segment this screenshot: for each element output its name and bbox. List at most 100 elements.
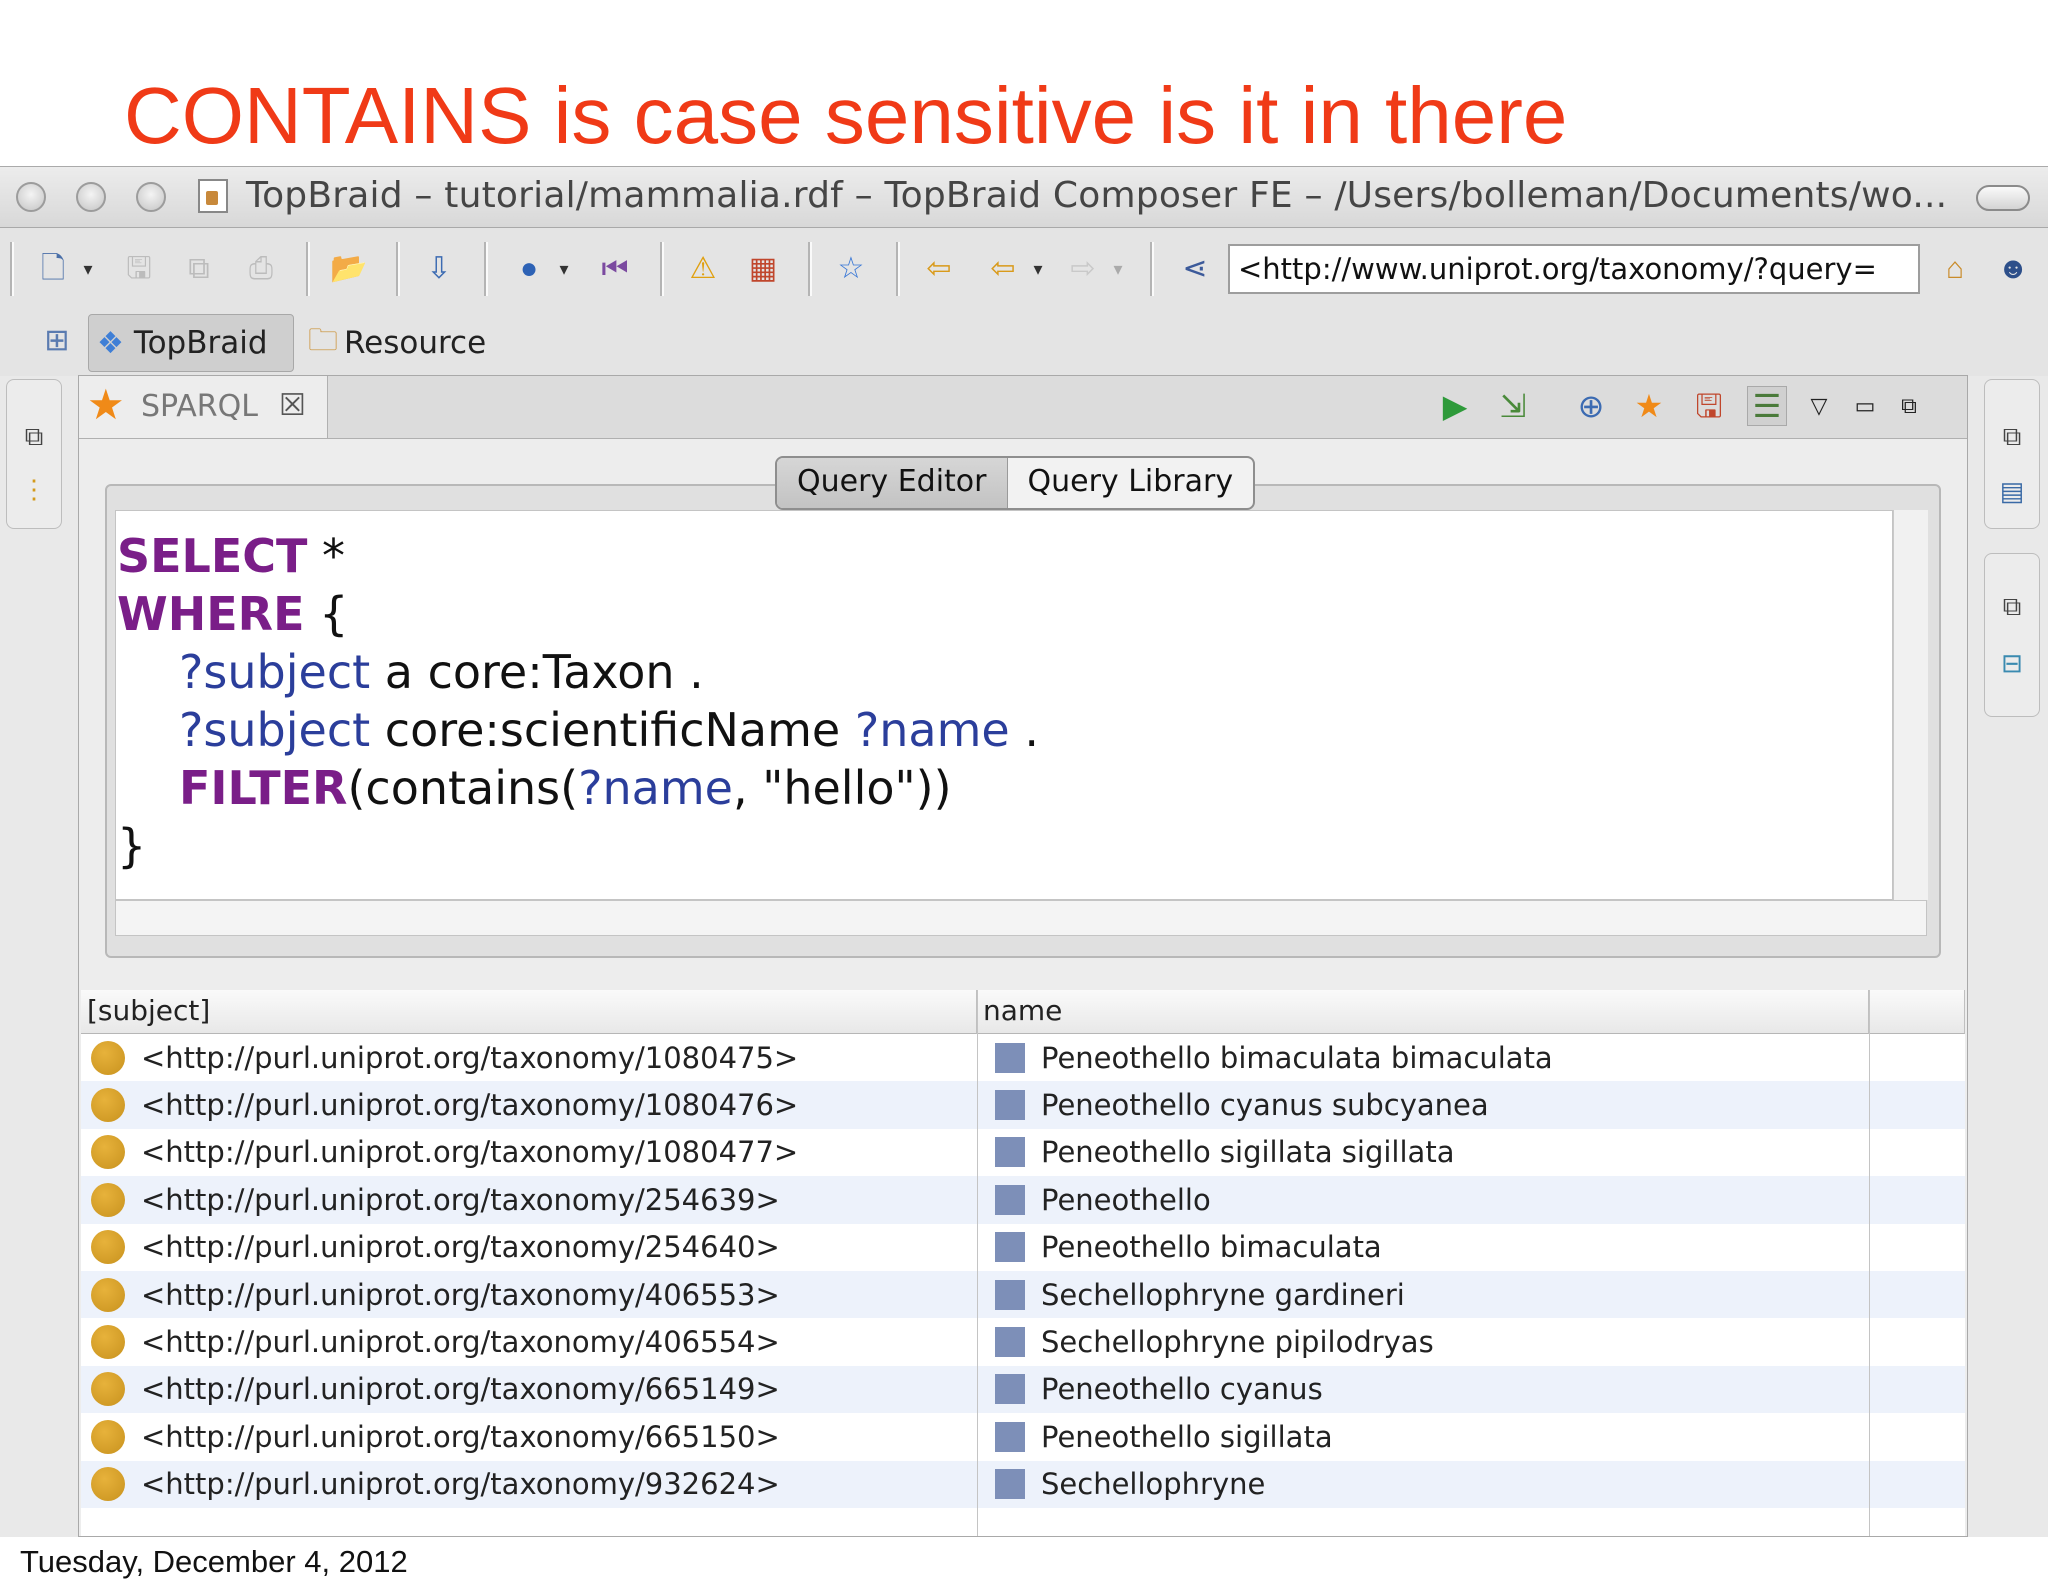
back-dropdown-icon[interactable]: ▾: [1030, 250, 1046, 288]
name-cell[interactable]: Sechellophryne gardineri: [995, 1271, 1405, 1318]
subject-cell[interactable]: <http://purl.uniprot.org/taxonomy/254640…: [91, 1224, 780, 1271]
toolbar-separator: [10, 242, 14, 296]
save-all-icon[interactable]: ⧉: [180, 250, 218, 288]
tree-icon[interactable]: ⊟: [1995, 646, 2029, 680]
tab-query-editor[interactable]: Query Editor: [777, 458, 1008, 508]
table-row[interactable]: <http://purl.uniprot.org/taxonomy/108047…: [81, 1081, 1965, 1129]
variable-subject: ?subject: [179, 703, 371, 757]
minimize-view-icon[interactable]: ▭: [1845, 386, 1885, 426]
name-cell[interactable]: Peneothello: [995, 1176, 1211, 1223]
table-row[interactable]: <http://purl.uniprot.org/taxonomy/932624…: [81, 1460, 1965, 1508]
back-icon[interactable]: ⇦: [984, 250, 1022, 288]
bookmark-star-icon[interactable]: ☆: [832, 250, 870, 288]
restore-icon[interactable]: ⧉: [1995, 420, 2029, 454]
toolbar-toggle-button[interactable]: [1976, 185, 2030, 211]
resource-dot-icon: [91, 1230, 125, 1265]
literal-square-icon: [995, 1137, 1025, 1168]
restore-icon[interactable]: ⧉: [1995, 590, 2029, 624]
new-file-icon[interactable]: 🗋: [34, 250, 72, 288]
print-icon[interactable]: ⎙: [242, 250, 280, 288]
table-row[interactable]: <http://purl.uniprot.org/taxonomy/254640…: [81, 1224, 1965, 1271]
table-row[interactable]: <http://purl.uniprot.org/taxonomy/665150…: [81, 1413, 1965, 1460]
close-window-button[interactable]: [16, 182, 46, 212]
name-cell[interactable]: Peneothello cyanus subcyanea: [995, 1081, 1489, 1128]
column-header-subject[interactable]: [subject]: [81, 990, 977, 1034]
perspective-topbraid[interactable]: ❖ TopBraid: [88, 314, 294, 372]
subject-cell[interactable]: <http://purl.uniprot.org/taxonomy/108047…: [91, 1034, 798, 1081]
restore-icon[interactable]: ⧉: [17, 420, 51, 454]
subject-cell[interactable]: <http://purl.uniprot.org/taxonomy/108047…: [91, 1129, 798, 1176]
name-literal: Peneothello sigillata sigillata: [1041, 1135, 1455, 1170]
name-cell[interactable]: Peneothello bimaculata: [995, 1224, 1382, 1271]
execute-export-icon[interactable]: ⇲: [1493, 386, 1533, 426]
import-icon[interactable]: ⇩: [420, 250, 458, 288]
table-row[interactable]: <http://purl.uniprot.org/taxonomy/406554…: [81, 1318, 1965, 1365]
subject-cell[interactable]: <http://purl.uniprot.org/taxonomy/665149…: [91, 1366, 780, 1413]
class-diagram-icon[interactable]: ▤: [1995, 474, 2029, 508]
footer-date: Tuesday, December 4, 2012: [20, 1544, 408, 1579]
zoom-window-button[interactable]: [136, 182, 166, 212]
open-perspective-icon[interactable]: ⊞: [38, 322, 76, 360]
resource-address-field[interactable]: <http://www.uniprot.org/taxonomy/?query=: [1228, 244, 1920, 294]
subject-cell[interactable]: <http://purl.uniprot.org/taxonomy/406553…: [91, 1271, 780, 1318]
maximize-view-icon[interactable]: ⧉: [1889, 386, 1929, 426]
user-icon[interactable]: ☻: [1994, 250, 2032, 288]
tab-query-library[interactable]: Query Library: [1008, 458, 1254, 508]
table-row[interactable]: <http://purl.uniprot.org/taxonomy/254639…: [81, 1176, 1965, 1224]
home-icon[interactable]: ⌂: [1936, 250, 1974, 288]
save-results-icon[interactable]: ⊕: [1571, 386, 1611, 426]
column-header-name[interactable]: name: [977, 990, 1869, 1034]
forward-dropdown-icon[interactable]: ▾: [1110, 250, 1126, 288]
table-row[interactable]: <http://purl.uniprot.org/taxonomy/406553…: [81, 1271, 1965, 1319]
column-divider: [1869, 990, 1870, 1536]
tab-sparql[interactable]: ★ SPARQL ☒: [79, 376, 328, 438]
subject-uri: <http://purl.uniprot.org/taxonomy/108047…: [141, 1135, 799, 1170]
name-cell[interactable]: Peneothello bimaculata bimaculata: [995, 1034, 1553, 1081]
toolbar-separator: [306, 242, 310, 296]
view-menu-icon[interactable]: ▽: [1799, 386, 1839, 426]
table-row[interactable]: <http://purl.uniprot.org/taxonomy/108047…: [81, 1129, 1965, 1176]
table-row[interactable]: <http://purl.uniprot.org/taxonomy/665149…: [81, 1365, 1965, 1414]
perspective-bar: ⊞ ❖ TopBraid 🗀 Resource: [0, 310, 2048, 376]
query-text: }: [117, 819, 147, 873]
literal-square-icon: [995, 1279, 1025, 1310]
subject-cell[interactable]: <http://purl.uniprot.org/taxonomy/108047…: [91, 1081, 798, 1128]
keyword-select: SELECT: [117, 529, 308, 583]
subject-uri: <http://purl.uniprot.org/taxonomy/932624…: [141, 1467, 780, 1502]
name-cell[interactable]: Peneothello cyanus: [995, 1366, 1323, 1413]
query-text: core:scientificName: [370, 703, 855, 757]
last-edit-icon[interactable]: ⇦: [920, 250, 958, 288]
subject-cell[interactable]: <http://purl.uniprot.org/taxonomy/932624…: [91, 1461, 780, 1508]
name-cell[interactable]: Sechellophryne: [995, 1461, 1265, 1508]
close-tab-icon[interactable]: ☒: [279, 388, 306, 423]
subject-cell[interactable]: <http://purl.uniprot.org/taxonomy/665150…: [91, 1413, 780, 1460]
window-title: TopBraid – tutorial/mammalia.rdf – TopBr…: [246, 175, 1948, 216]
name-cell[interactable]: Peneothello sigillata sigillata: [995, 1129, 1454, 1176]
hierarchy-icon[interactable]: ⋮: [17, 472, 51, 506]
query-horizontal-scrollbar[interactable]: [115, 900, 1927, 936]
perspective-resource[interactable]: 🗀 Resource: [304, 314, 504, 372]
minimize-window-button[interactable]: [76, 182, 106, 212]
execute-query-icon[interactable]: ▶: [1435, 386, 1475, 426]
skip-back-icon[interactable]: ⏮: [596, 250, 634, 288]
run-icon[interactable]: ●: [510, 250, 548, 288]
warning-icon[interactable]: ⚠: [684, 250, 722, 288]
literal-square-icon: [995, 1184, 1025, 1215]
run-dropdown-icon[interactable]: ▾: [556, 250, 572, 288]
table-row[interactable]: <http://purl.uniprot.org/taxonomy/108047…: [81, 1034, 1965, 1081]
new-dropdown-icon[interactable]: ▾: [80, 250, 96, 288]
save-query-icon[interactable]: 🖫: [1689, 386, 1729, 426]
forward-icon[interactable]: ⇨: [1064, 250, 1102, 288]
report-icon[interactable]: ▦: [744, 250, 782, 288]
open-file-icon[interactable]: 📂: [330, 250, 368, 288]
subject-cell[interactable]: <http://purl.uniprot.org/taxonomy/406554…: [91, 1318, 780, 1365]
favorite-star-icon[interactable]: ★: [1629, 386, 1669, 426]
toggle-details-icon[interactable]: ☰: [1747, 386, 1787, 426]
name-cell[interactable]: Sechellophryne pipilodryas: [995, 1318, 1434, 1365]
graph-navigate-icon[interactable]: ⋖: [1176, 250, 1214, 288]
query-vertical-scrollbar[interactable]: [1893, 510, 1928, 900]
subject-cell[interactable]: <http://purl.uniprot.org/taxonomy/254639…: [91, 1176, 780, 1223]
literal-square-icon: [995, 1042, 1025, 1073]
save-icon[interactable]: 🖫: [120, 250, 158, 288]
name-cell[interactable]: Peneothello sigillata: [995, 1413, 1333, 1460]
